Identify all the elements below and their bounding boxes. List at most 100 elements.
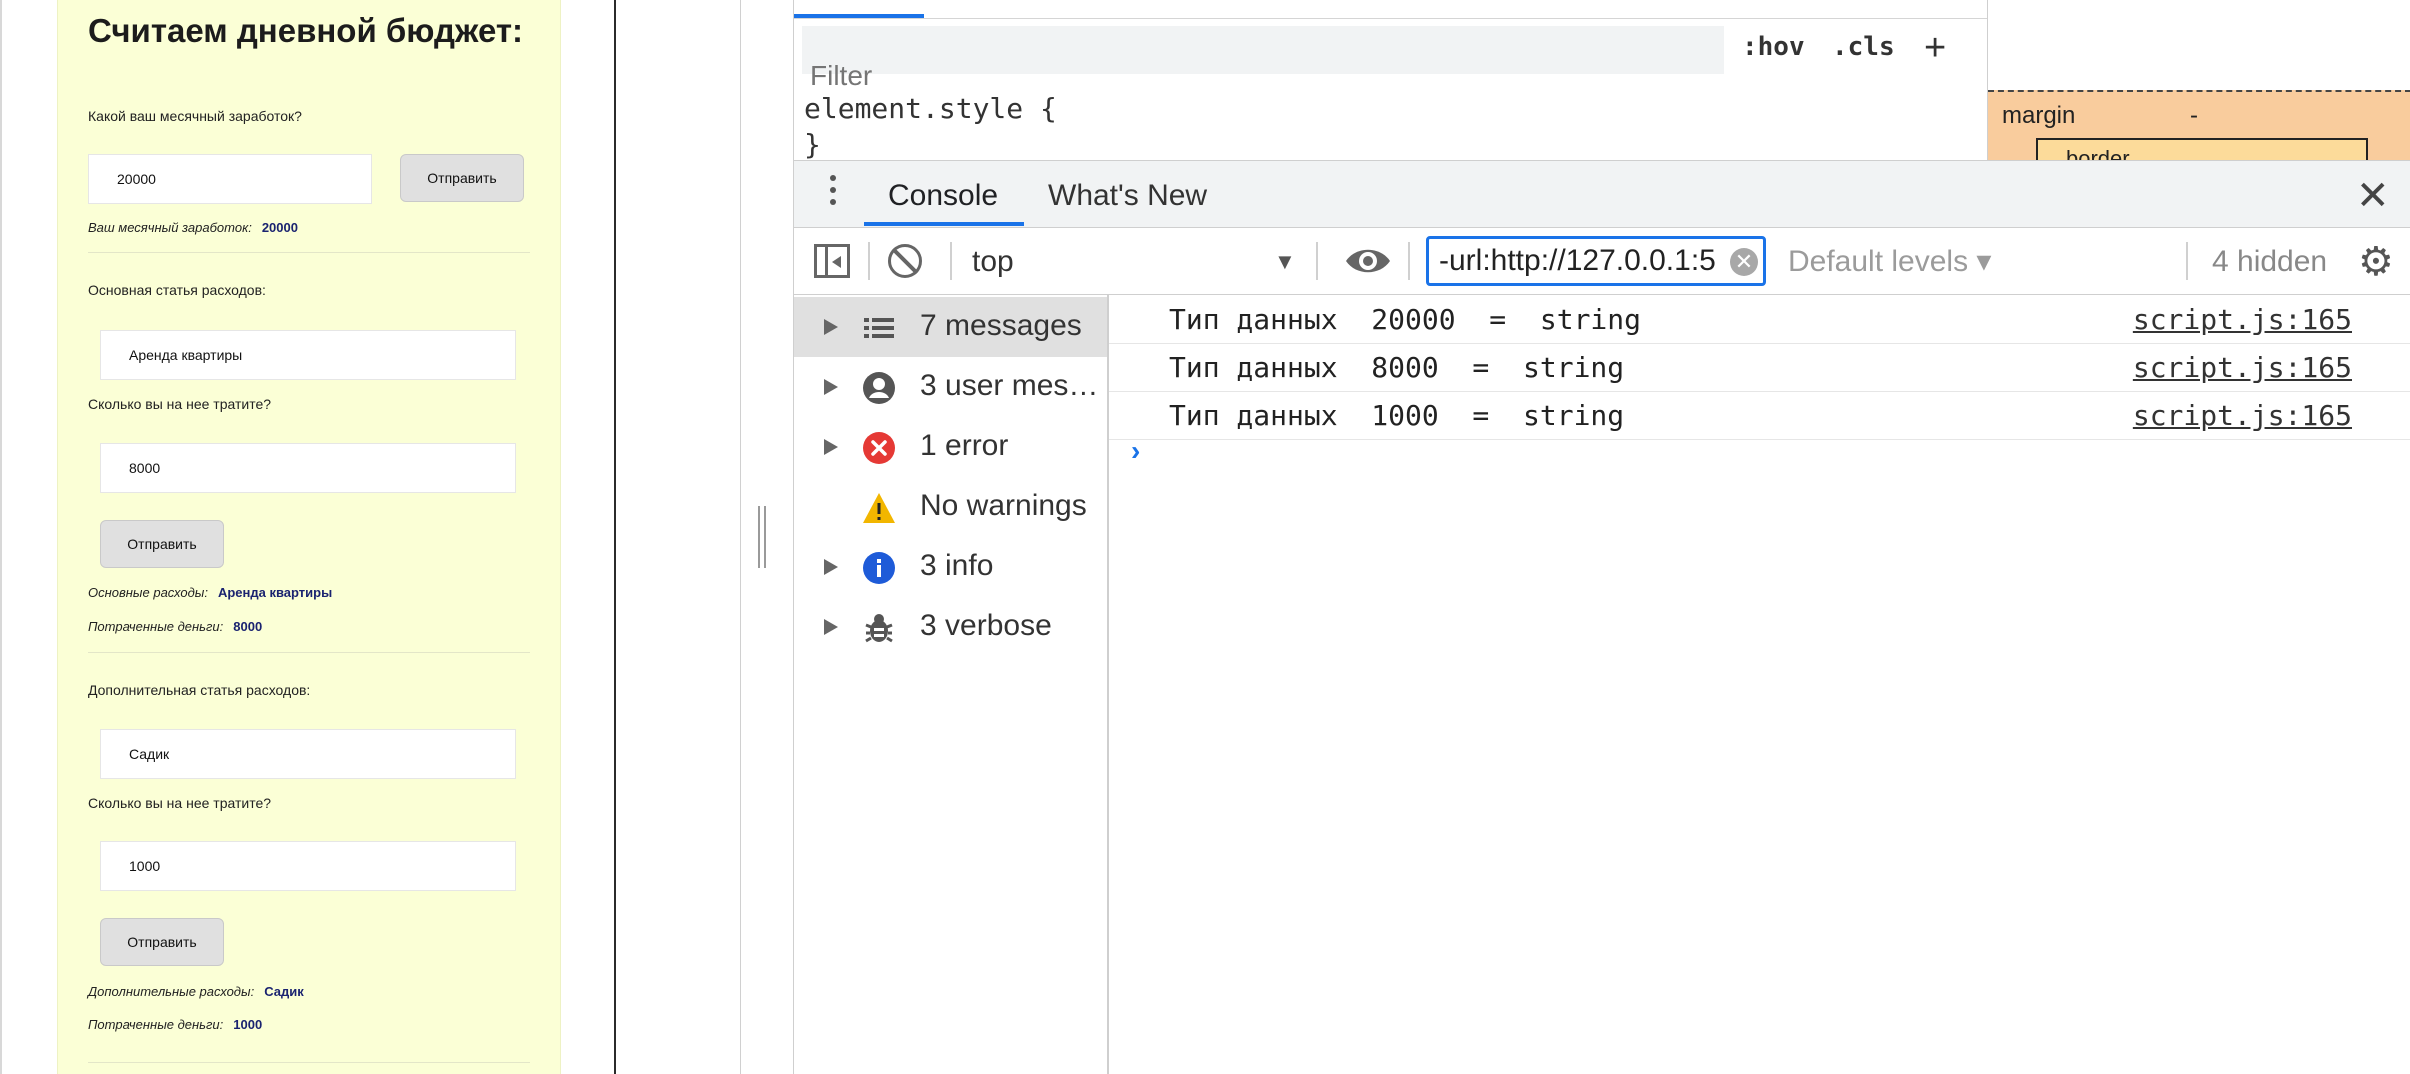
extra-expense-question: Дополнительная статья расходов: [88,682,311,698]
tab-whats-new[interactable]: What's New [1048,179,1207,213]
list-icon [864,318,894,338]
extra-spend-question: Сколько вы на нее тратите? [88,795,272,811]
income-result: Ваш месячный заработок: 20000 [88,220,298,235]
main-spend-input[interactable]: 8000 [100,443,516,493]
income-submit-button[interactable]: Отправить [400,154,524,202]
tab-console[interactable]: Console [888,179,998,213]
sidebar-item-label: 7 messages [920,309,1082,342]
active-tab-indicator [864,222,1024,226]
console-filter-input[interactable]: -url:http://127.0.0.1:5 [1426,236,1766,286]
expand-arrow-icon[interactable] [824,619,838,635]
margin-label: margin [2002,102,2076,129]
log-message: Тип данных 8000 = string [1169,351,1625,384]
info-icon [863,552,895,584]
budget-card: Считаем дневной бюджет: Какой ваш месячн… [57,0,561,1074]
expand-arrow-icon[interactable] [824,319,838,335]
log-source-link[interactable]: script.js:165 [2133,399,2352,432]
hov-toggle[interactable]: :hov [1742,32,1805,62]
chevron-down-icon[interactable]: ▼ [1274,242,1296,282]
bug-icon [865,614,893,643]
console-sidebar: 7 messages 3 user mes… 1 error No warnin… [794,295,1109,1074]
sidebar-item-user-messages[interactable]: 3 user mes… [794,357,1107,417]
sidebar-item-label: No warnings [920,489,1087,522]
main-result: Основные расходы: Аренда квартиры [88,585,332,600]
page-preview: Считаем дневной бюджет: Какой ваш месячн… [0,0,616,1074]
element-style-close: } [804,128,821,161]
main-spend-question: Сколько вы на нее тратите? [88,396,272,412]
main-spent: Потраченные деньги: 8000 [88,619,262,634]
new-style-rule-button[interactable]: + [1924,26,1946,70]
margin-value[interactable]: - [2190,102,2198,130]
console-body: 7 messages 3 user mes… 1 error No warnin… [794,295,2410,1074]
sidebar-item-label: 3 user mes… [920,369,1099,402]
close-drawer-icon[interactable]: ✕ [2356,173,2390,219]
income-question: Какой ваш месячный заработок? [88,108,302,124]
extra-spent-label: Потраченные деньги: [88,1017,224,1032]
styles-pane: :hov .cls + element.style { } margin - b… [794,0,2410,161]
page-title: Считаем дневной бюджет: [88,12,524,49]
sidebar-toggle-icon[interactable] [814,244,850,278]
expand-arrow-icon[interactable] [824,559,838,575]
cls-toggle[interactable]: .cls [1832,32,1895,62]
sidebar-item-verbose[interactable]: 3 verbose [794,597,1107,657]
divider [88,652,530,653]
sidebar-item-info[interactable]: 3 info [794,537,1107,597]
context-selector[interactable]: top [972,242,1302,282]
clear-console-icon[interactable] [888,244,922,278]
divider [88,252,530,253]
drawer-tabbar: Console What's New ✕ [794,161,2410,228]
extra-spend-input[interactable]: 1000 [100,841,516,891]
sidebar-item-errors[interactable]: 1 error [794,417,1107,477]
sidebar-item-messages[interactable]: 7 messages [794,297,1107,357]
log-message: Тип данных 1000 = string [1169,399,1625,432]
main-spent-value: 8000 [233,619,263,634]
margin-box: margin - border [1988,90,2410,161]
extra-result-value: Садик [264,984,304,999]
main-result-label: Основные расходы: [88,585,208,600]
sidebar-item-label: 1 error [920,429,1009,462]
extra-spent: Потраченные деньги: 1000 [88,1017,262,1032]
element-style-rule[interactable]: element.style { [804,92,1057,125]
extra-result-label: Дополнительные расходы: [88,984,255,999]
main-expense-question: Основная статья расходов: [88,282,266,298]
console-log-area: Тип данных 20000 = string script.js:165 … [1109,295,2410,1074]
drawer-menu-icon[interactable] [830,175,836,211]
expand-arrow-icon[interactable] [824,379,838,395]
log-source-link[interactable]: script.js:165 [2133,351,2352,384]
sidebar-item-label: 3 info [920,549,994,582]
extra-spent-value: 1000 [233,1017,263,1032]
box-model-diagram: margin - border [1987,0,2410,160]
log-levels-dropdown[interactable]: Default levels ▾ [1788,242,1991,282]
gear-icon[interactable]: ⚙ [2358,242,2394,282]
log-row: Тип данных 8000 = string script.js:165 [1109,343,2410,392]
income-input[interactable]: 20000 [88,154,372,204]
clear-filter-icon[interactable]: ✕ [1730,248,1758,276]
border-box: border [2036,138,2368,161]
eye-icon[interactable] [1342,242,1394,280]
divider [88,1062,530,1063]
console-toolbar: top ▼ -url:http://127.0.0.1:5 ✕ Default … [794,228,2410,295]
sidebar-item-label: 3 verbose [920,609,1052,642]
console-prompt-icon[interactable]: › [1131,435,1140,467]
hidden-count: 4 hidden [2212,245,2328,278]
panel-divider [740,0,741,1074]
extra-submit-button[interactable]: Отправить [100,918,224,966]
user-icon [863,372,895,404]
main-submit-button[interactable]: Отправить [100,520,224,568]
main-spent-label: Потраченные деньги: [88,619,224,634]
income-result-label: Ваш месячный заработок: [88,220,252,235]
log-source-link[interactable]: script.js:165 [2133,303,2352,336]
log-row: Тип данных 1000 = string script.js:165 [1109,391,2410,440]
log-row: Тип данных 20000 = string script.js:165 [1109,295,2410,344]
styles-filter-bar [802,26,1724,100]
sidebar-item-warnings[interactable]: No warnings [794,477,1107,537]
error-icon [863,432,895,464]
income-result-value: 20000 [261,220,298,235]
expand-arrow-icon[interactable] [824,439,838,455]
main-expense-input[interactable]: Аренда квартиры [100,330,516,380]
resize-handle[interactable] [758,506,766,568]
warning-icon [863,493,895,523]
extra-expense-input[interactable]: Садик [100,729,516,779]
devtools-panel: :hov .cls + element.style { } margin - b… [794,0,2410,1074]
border-label: border [2066,146,2130,161]
